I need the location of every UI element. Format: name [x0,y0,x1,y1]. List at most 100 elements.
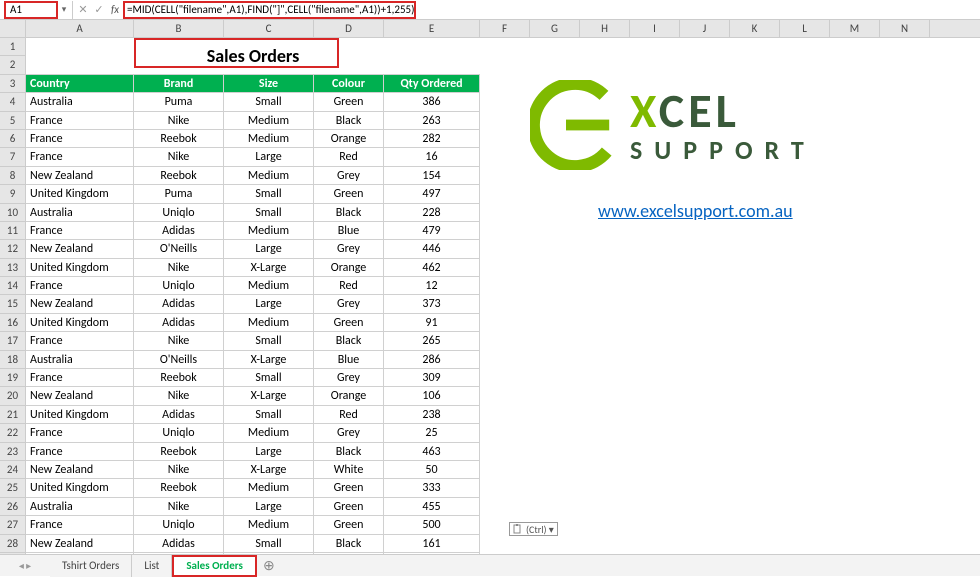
cell-brand[interactable]: O'Neills [134,351,224,369]
name-box[interactable]: A1 [4,1,58,19]
cell-size[interactable]: Small [224,204,314,222]
row-header[interactable]: 22 [0,424,26,442]
cell-colour[interactable]: Green [314,314,384,332]
row-header[interactable]: 15 [0,295,26,313]
row-header[interactable]: 14 [0,277,26,295]
cell-size[interactable]: Small [224,535,314,553]
add-sheet-button[interactable]: ⊕ [257,557,281,574]
row-header[interactable]: 5 [0,112,26,130]
tab-tshirt-orders[interactable]: Tshirt Orders [50,555,132,577]
cell-qty[interactable]: 50 [384,461,480,479]
cell-colour[interactable]: Red [314,277,384,295]
row-header[interactable]: 19 [0,369,26,387]
cell-size[interactable]: Large [224,148,314,166]
cell-size[interactable]: X-Large [224,461,314,479]
cell-size[interactable]: Small [224,332,314,350]
cell-country[interactable]: France [26,332,134,350]
cell-brand[interactable]: Nike [134,498,224,516]
row-header[interactable]: 6 [0,130,26,148]
cell-colour[interactable]: Black [314,112,384,130]
cell-brand[interactable]: Puma [134,185,224,203]
cell-brand[interactable]: Nike [134,387,224,405]
cell-size[interactable]: Small [224,369,314,387]
namebox-dropdown-icon[interactable]: ▾ [58,4,70,15]
row-header[interactable]: 7 [0,148,26,166]
cell-brand[interactable]: Uniqlo [134,424,224,442]
cell-size[interactable]: Medium [224,112,314,130]
cell-brand[interactable]: Reebok [134,130,224,148]
cell-size[interactable]: Large [224,295,314,313]
col-header-H[interactable]: H [580,20,630,37]
tab-sales-orders[interactable]: Sales Orders [172,555,257,577]
header-size[interactable]: Size [224,75,314,93]
cell-qty[interactable]: 91 [384,314,480,332]
row-header[interactable]: 10 [0,204,26,222]
cell-size[interactable]: Small [224,185,314,203]
cell-qty[interactable]: 161 [384,535,480,553]
cell-brand[interactable]: Nike [134,259,224,277]
cell-qty[interactable]: 333 [384,479,480,497]
cell-qty[interactable]: 373 [384,295,480,313]
cell-qty[interactable]: 463 [384,443,480,461]
row-header[interactable]: 12 [0,240,26,258]
cell-qty[interactable]: 228 [384,204,480,222]
cell-size[interactable]: Small [224,93,314,111]
cell-qty[interactable]: 286 [384,351,480,369]
cell-country[interactable]: New Zealand [26,461,134,479]
col-header-D[interactable]: D [314,20,384,37]
cell-size[interactable]: Medium [224,424,314,442]
cell-colour[interactable]: Grey [314,240,384,258]
cell-size[interactable]: Medium [224,314,314,332]
row-header[interactable]: 26 [0,498,26,516]
cell-qty[interactable]: 12 [384,277,480,295]
cell-size[interactable]: Medium [224,167,314,185]
cell-qty[interactable]: 154 [384,167,480,185]
cell-colour[interactable]: Black [314,332,384,350]
cell-size[interactable]: Medium [224,222,314,240]
row-header[interactable]: 4 [0,93,26,111]
header-qty[interactable]: Qty Ordered [384,75,480,93]
row-header[interactable]: 25 [0,479,26,497]
col-header-A[interactable]: A [26,20,134,37]
row-header-3[interactable]: 3 [0,75,26,93]
cell-colour[interactable]: Blue [314,222,384,240]
cell-size[interactable]: Large [224,443,314,461]
select-all-corner[interactable] [0,20,26,37]
col-header-J[interactable]: J [680,20,730,37]
fx-icon[interactable]: fx [107,3,123,16]
cell-qty[interactable]: 25 [384,424,480,442]
cell-qty[interactable]: 479 [384,222,480,240]
cell-country[interactable]: France [26,148,134,166]
row-header[interactable]: 13 [0,259,26,277]
cell-qty[interactable]: 500 [384,516,480,534]
cell-colour[interactable]: Black [314,443,384,461]
cell-country[interactable]: United Kingdom [26,185,134,203]
cell-country[interactable]: New Zealand [26,167,134,185]
cell-brand[interactable]: Reebok [134,443,224,461]
cell-colour[interactable]: Green [314,185,384,203]
col-header-L[interactable]: L [780,20,830,37]
col-header-C[interactable]: C [224,20,314,37]
cell-country[interactable]: New Zealand [26,295,134,313]
cell-size[interactable]: Small [224,406,314,424]
cell-colour[interactable]: Red [314,406,384,424]
row-header[interactable]: 24 [0,461,26,479]
cell-country[interactable]: United Kingdom [26,406,134,424]
col-header-F[interactable]: F [480,20,530,37]
cell-qty[interactable]: 265 [384,332,480,350]
cell-qty[interactable]: 446 [384,240,480,258]
cell-qty[interactable]: 462 [384,259,480,277]
tab-list[interactable]: List [132,555,172,577]
cell-colour[interactable]: Black [314,204,384,222]
cell-qty[interactable]: 386 [384,93,480,111]
cell-country[interactable]: France [26,277,134,295]
cell-country[interactable]: France [26,443,134,461]
accept-formula-icon[interactable]: ✓ [91,3,107,16]
cell-colour[interactable]: Green [314,498,384,516]
cell-brand[interactable]: Nike [134,148,224,166]
row-header[interactable]: 27 [0,516,26,534]
cell-country[interactable]: France [26,516,134,534]
cell-country[interactable]: Australia [26,498,134,516]
cell-qty[interactable]: 309 [384,369,480,387]
cell-brand[interactable]: Reebok [134,479,224,497]
